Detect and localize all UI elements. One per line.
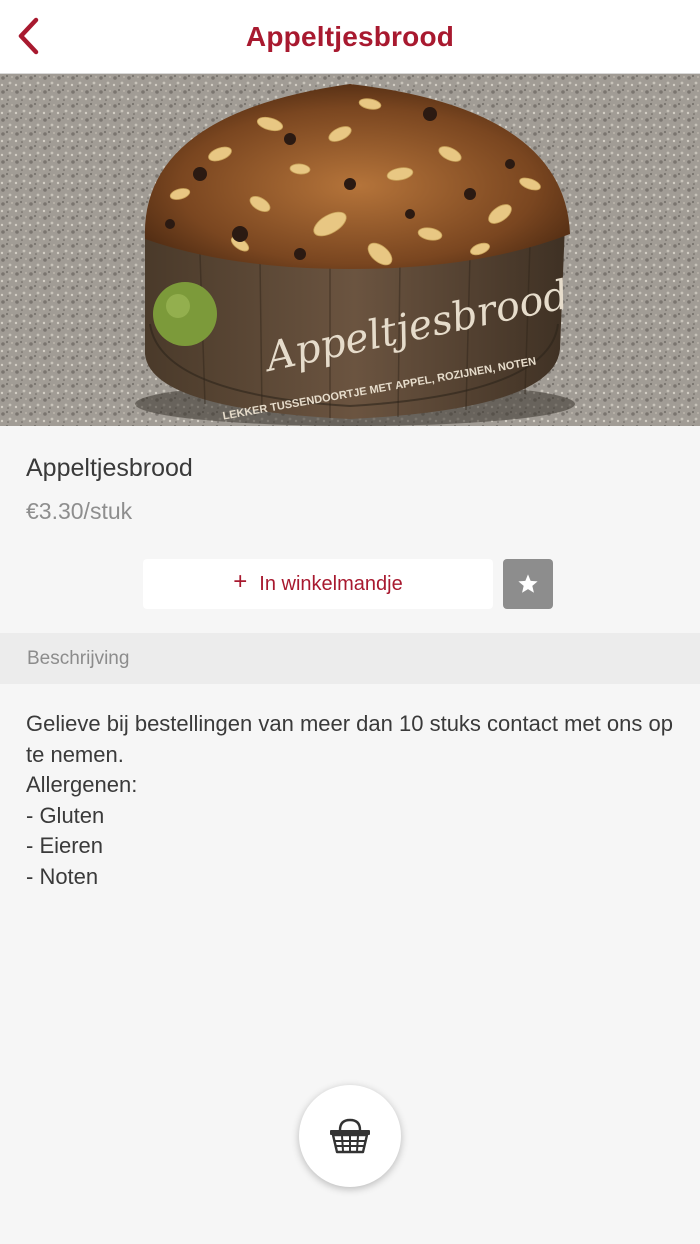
product-price: €3.30/stuk bbox=[26, 498, 133, 524]
description-header: Beschrijving bbox=[0, 633, 700, 684]
add-to-cart-button[interactable]: + In winkelmandje bbox=[143, 559, 493, 609]
product-name: Appeltjesbrood bbox=[26, 454, 193, 482]
product-image: Appeltjesbrood LEKKER TUSSENDOORTJE MET … bbox=[0, 74, 700, 426]
add-to-cart-label: In winkelmandje bbox=[259, 572, 403, 595]
description-line: Gelieve bij bestellingen van meer dan 10… bbox=[26, 711, 673, 767]
description-text: Gelieve bij bestellingen van meer dan 10… bbox=[26, 709, 676, 892]
navigation-bar: Appeltjesbrood bbox=[0, 0, 700, 74]
plus-icon: + bbox=[233, 568, 248, 595]
description-line: - Noten bbox=[26, 863, 99, 889]
description-line: - Gluten bbox=[26, 802, 105, 828]
description-line: Allergenen: bbox=[26, 772, 138, 797]
basket-icon bbox=[330, 1118, 370, 1154]
star-icon bbox=[518, 574, 538, 593]
description-line: - Eieren bbox=[26, 833, 104, 858]
favorite-button[interactable] bbox=[503, 559, 553, 609]
basket-button[interactable] bbox=[299, 1085, 401, 1187]
page-title: Appeltjesbrood bbox=[245, 21, 455, 52]
